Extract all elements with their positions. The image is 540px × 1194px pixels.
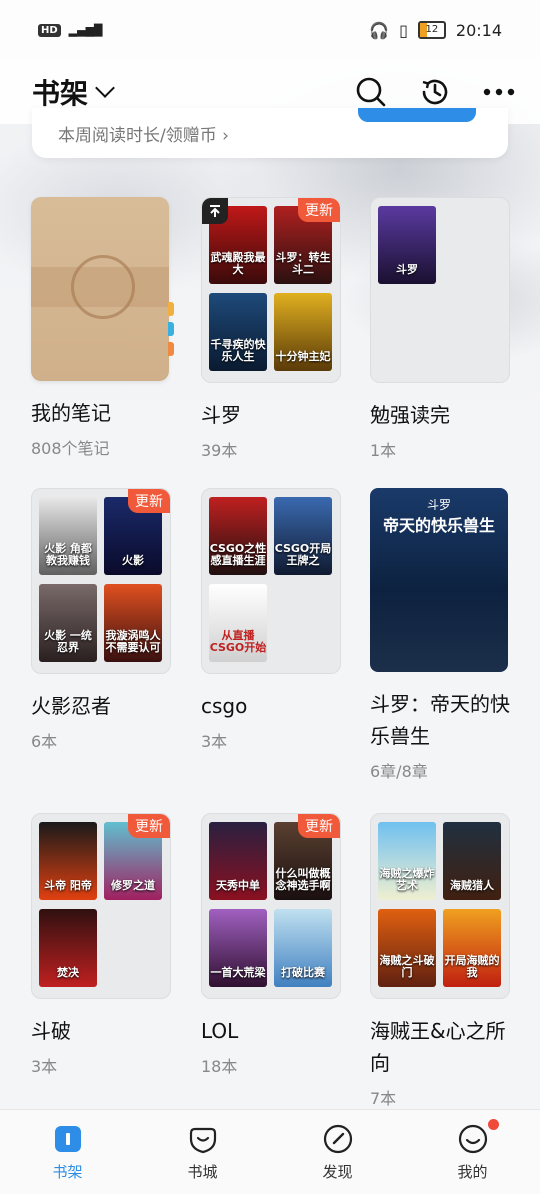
shelf-item-doupo[interactable]: 斗帝 阳帝 修罗之道 焚决 更新 斗破 3本 bbox=[31, 813, 171, 1077]
nav-bookshelf[interactable]: 书架 bbox=[18, 1123, 118, 1182]
book-cover: 天秀中单 bbox=[209, 822, 267, 900]
bottom-nav: 书架 书城 发现 我的 bbox=[0, 1109, 540, 1194]
status-right: 🎧 ▯ 12 20:14 bbox=[369, 21, 502, 40]
folder-cover: 斗罗 bbox=[370, 197, 510, 383]
history-icon bbox=[422, 79, 448, 105]
book-cover: CSGO开局王牌之 bbox=[274, 497, 332, 575]
book-cover: 斗罗 bbox=[378, 206, 436, 284]
status-time: 20:14 bbox=[455, 20, 502, 40]
banner-text: 本周阅读时长/领赠币 › bbox=[58, 125, 229, 146]
book-cover: 火影 角都教我赚钱 bbox=[39, 497, 97, 575]
book-cover: 斗罗 帝天的快乐兽生 bbox=[370, 488, 508, 672]
book-cover: 开局海贼的我 bbox=[443, 909, 501, 987]
item-name: 斗罗 bbox=[201, 403, 241, 427]
smiley-icon bbox=[458, 1124, 487, 1153]
search-icon bbox=[356, 77, 386, 107]
item-name: csgo bbox=[201, 694, 248, 718]
book-cover: 斗帝 阳帝 bbox=[39, 822, 97, 900]
item-count: 6本 bbox=[31, 732, 58, 751]
item-count: 1本 bbox=[370, 441, 397, 460]
item-count: 18本 bbox=[201, 1057, 238, 1076]
shelf-item-lol[interactable]: 天秀中单 什么叫做概念神选手啊 一首大荒梁 打破比赛 更新 LOL 18本 bbox=[201, 813, 341, 1077]
page-title: 书架 bbox=[32, 77, 89, 110]
vibrate-icon: ▯ bbox=[399, 20, 408, 40]
notification-dot bbox=[487, 1118, 499, 1130]
item-count: 3本 bbox=[31, 1057, 58, 1076]
item-count: 6章/8章 bbox=[370, 762, 428, 781]
nav-label: 我的 bbox=[457, 1162, 488, 1181]
nav-label: 书架 bbox=[52, 1162, 83, 1181]
compass-icon bbox=[323, 1124, 352, 1153]
folder-cover: 天秀中单 什么叫做概念神选手啊 一首大荒梁 打破比赛 更新 bbox=[201, 813, 341, 999]
cover-title: 帝天的快乐兽生 bbox=[382, 516, 495, 535]
more-button[interactable] bbox=[482, 75, 516, 109]
folder-cover: 海贼之爆炸艺术 海贼猎人 海贼之斗破门 开局海贼的我 bbox=[370, 813, 510, 999]
book-cover: 焚决 bbox=[39, 909, 97, 987]
item-name: 斗破 bbox=[31, 1019, 71, 1043]
cover-series: 斗罗 bbox=[426, 498, 451, 512]
book-cover: CSGO之性感直播生涯 bbox=[209, 497, 267, 575]
nav-label: 发现 bbox=[322, 1162, 353, 1181]
shelf-item-huoying[interactable]: 火影 角都教我赚钱 火影 火影 一统忍界 我漩涡鸣人 不需要认可 更新 火影忍者… bbox=[31, 488, 171, 752]
chevron-down-icon bbox=[95, 78, 115, 98]
item-count: 808个笔记 bbox=[31, 439, 110, 458]
book-cover: 千寻疾的快乐人生 bbox=[209, 293, 267, 371]
header-actions bbox=[354, 75, 516, 109]
item-count: 39本 bbox=[201, 441, 238, 460]
shelf-item-haizeiwang[interactable]: 海贼之爆炸艺术 海贼猎人 海贼之斗破门 开局海贼的我 海贼王&心之所向 7本 bbox=[370, 813, 510, 1109]
nav-bookstore[interactable]: 书城 bbox=[153, 1123, 253, 1182]
book-cover: 海贼之斗破门 bbox=[378, 909, 436, 987]
update-badge: 更新 bbox=[128, 814, 170, 838]
bookstore-icon bbox=[189, 1127, 216, 1153]
pin-top-icon bbox=[202, 198, 228, 224]
nav-label: 书城 bbox=[187, 1162, 218, 1181]
nav-discover[interactable]: 发现 bbox=[288, 1123, 388, 1182]
book-cover: 从直播CSGO开始 bbox=[209, 584, 267, 662]
shelf-item-douluo[interactable]: 武魂殿我最大 斗罗：转生斗二 千寻疾的快乐人生 十分钟主妃 更新 斗罗 39本 bbox=[201, 197, 341, 461]
status-bar: HD ▂▄▆█ 🎧 ▯ 12 20:14 bbox=[0, 0, 540, 60]
item-count: 7本 bbox=[370, 1089, 397, 1108]
nav-profile[interactable]: 我的 bbox=[423, 1118, 523, 1182]
shelf-item-douluo-ditian[interactable]: 斗罗 帝天的快乐兽生 斗罗：帝天的快乐兽生 6章/8章 bbox=[370, 488, 510, 782]
folder-cover: 斗帝 阳帝 修罗之道 焚决 更新 bbox=[31, 813, 171, 999]
headphone-icon: 🎧 bbox=[369, 20, 390, 40]
battery-icon: 12 bbox=[417, 21, 446, 39]
reading-time-banner[interactable]: 本周阅读时长/领赠币 › bbox=[32, 108, 508, 158]
shelf-item-mianqiang[interactable]: 斗罗 勉强读完 1本 bbox=[370, 197, 510, 461]
status-left: HD ▂▄▆█ bbox=[38, 23, 103, 37]
shelf-item-csgo[interactable]: CSGO之性感直播生涯 CSGO开局王牌之 从直播CSGO开始 csgo 3本 bbox=[201, 488, 341, 752]
folder-cover: CSGO之性感直播生涯 CSGO开局王牌之 从直播CSGO开始 bbox=[201, 488, 341, 674]
shelf-item-notes[interactable]: 我的笔记 808个笔记 bbox=[31, 197, 174, 459]
item-name: 勉强读完 bbox=[370, 403, 450, 427]
book-cover: 我漩涡鸣人 不需要认可 bbox=[104, 584, 162, 662]
folder-cover: 武魂殿我最大 斗罗：转生斗二 千寻疾的快乐人生 十分钟主妃 更新 bbox=[201, 197, 341, 383]
item-name: 斗罗：帝天的快乐兽生 bbox=[370, 692, 510, 748]
signal-icon: ▂▄▆█ bbox=[68, 23, 103, 37]
item-count: 3本 bbox=[201, 732, 228, 751]
item-name: 火影忍者 bbox=[31, 694, 111, 718]
more-icon bbox=[483, 88, 515, 96]
folder-cover: 火影 角都教我赚钱 火影 火影 一统忍界 我漩涡鸣人 不需要认可 更新 bbox=[31, 488, 171, 674]
book-cover: 海贼猎人 bbox=[443, 822, 501, 900]
notebook-cover bbox=[31, 197, 174, 381]
update-badge: 更新 bbox=[298, 198, 340, 222]
book-cover: 十分钟主妃 bbox=[274, 293, 332, 371]
book-cover: 打破比赛 bbox=[274, 909, 332, 987]
seal-icon bbox=[71, 255, 135, 319]
item-name: 海贼王&心之所向 bbox=[370, 1019, 506, 1075]
banner-accent bbox=[358, 108, 476, 122]
hd-indicator: HD bbox=[38, 23, 61, 37]
shelf-title-dropdown[interactable]: 书架 bbox=[32, 72, 115, 112]
item-name: 我的笔记 bbox=[31, 401, 111, 425]
item-name: LOL bbox=[201, 1019, 239, 1043]
book-cover: 一首大荒梁 bbox=[209, 909, 267, 987]
bookshelf-icon bbox=[54, 1125, 81, 1152]
search-button[interactable] bbox=[354, 75, 388, 109]
update-badge: 更新 bbox=[298, 814, 340, 838]
update-badge: 更新 bbox=[128, 489, 170, 513]
history-button[interactable] bbox=[418, 75, 452, 109]
book-cover: 海贼之爆炸艺术 bbox=[378, 822, 436, 900]
book-cover: 火影 一统忍界 bbox=[39, 584, 97, 662]
